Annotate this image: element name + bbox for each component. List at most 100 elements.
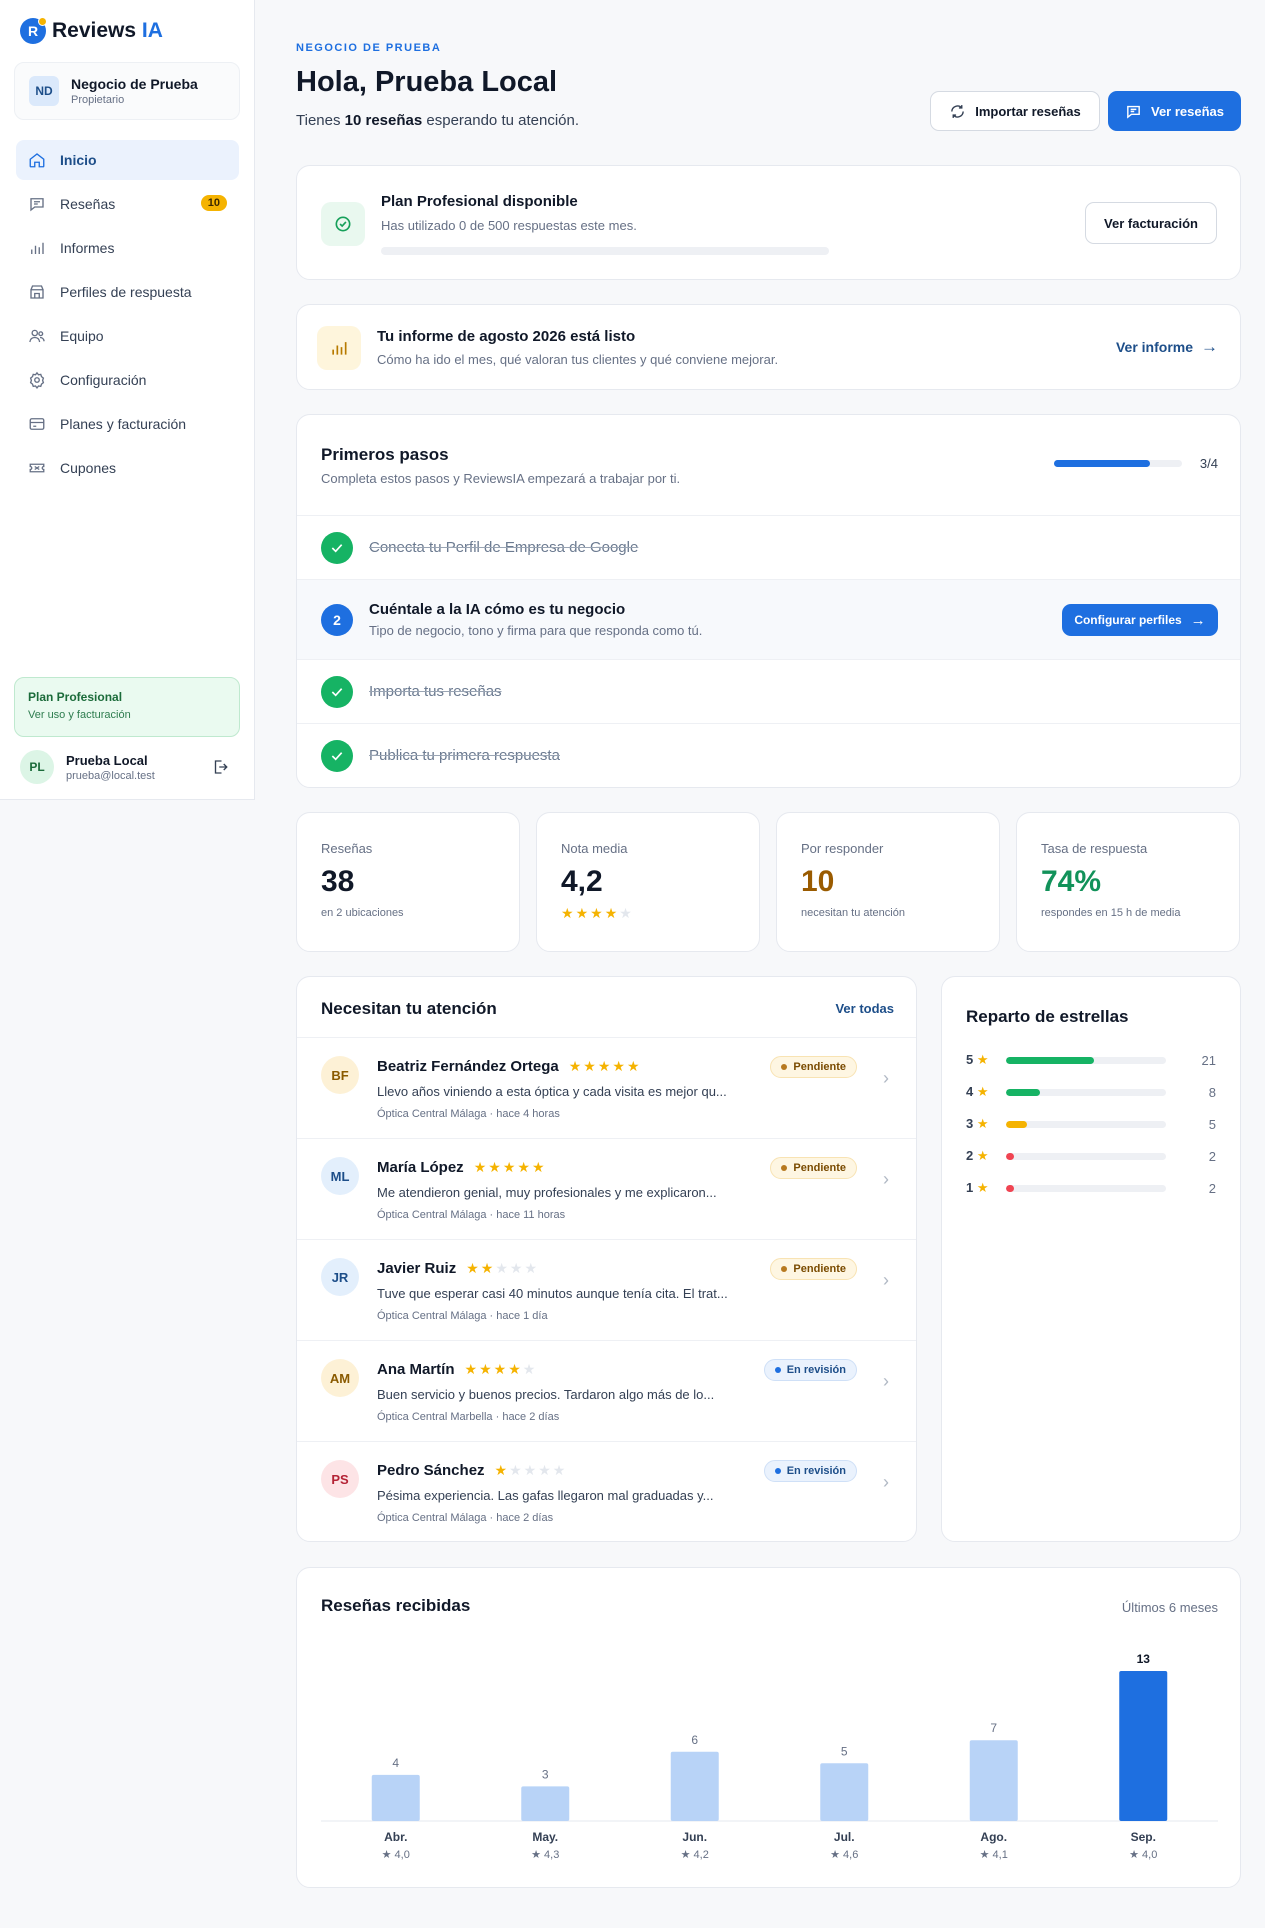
review-text: Pésima experiencia. Las gafas llegaron m… (377, 1488, 714, 1503)
distribution-label: 5 ★ (966, 1052, 989, 1067)
star-icon: ★ (464, 1361, 478, 1377)
sidebar-plan-box[interactable]: Plan Profesional Ver uso y facturación (14, 677, 240, 737)
stat-value: 4,2 (561, 865, 603, 898)
step-label: Conecta tu Perfil de Empresa de Google (369, 539, 639, 556)
step-row[interactable]: Conecta tu Perfil de Empresa de Google (297, 515, 1240, 579)
review-author-name: Pedro Sánchez (377, 1462, 485, 1479)
chart-bar[interactable] (969, 1740, 1018, 1821)
review-row[interactable]: BF Beatriz Fernández Ortega ★ ★ ★ ★ ★ Llevo año… (297, 1037, 916, 1137)
pending-count: 10 reseñas (344, 112, 423, 129)
chevron-right-icon: › (883, 1169, 889, 1189)
distribution-count: 2 (1208, 1180, 1216, 1196)
sidebar-item-cupones[interactable]: Cupones (16, 448, 239, 488)
sidebar-item-perfiles[interactable]: Perfiles de respuesta (16, 272, 239, 312)
view-all-link[interactable]: Ver todas (835, 1001, 894, 1016)
stat-card-pending: Por responder 10 necesitan tu atención (776, 812, 1000, 952)
import-reviews-button[interactable]: Importar reseñas (930, 91, 1100, 131)
avatar: JR (321, 1258, 359, 1296)
star-icon: ★ (517, 1159, 530, 1175)
distribution-label: 1 ★ (966, 1180, 989, 1195)
star-icon: ★ (488, 1159, 501, 1175)
distribution-row: 3 ★ 5 (966, 1115, 1216, 1133)
status-label: En revisión (786, 1364, 846, 1376)
stat-card-rating: Nota media 4,2 ★ ★ ★ ★ ★ (536, 812, 760, 952)
review-row[interactable]: ML María López ★ ★ ★ ★ ★ Me atendieron genial, … (297, 1138, 916, 1238)
card-icon (29, 418, 45, 430)
chart-bar[interactable] (371, 1774, 420, 1821)
chart-bar[interactable] (1119, 1671, 1168, 1821)
step-label: Publica tu primera respuesta (369, 747, 560, 764)
review-author: María López ★ ★ ★ ★ ★ (377, 1159, 545, 1176)
chart-bar[interactable] (820, 1763, 869, 1821)
review-stars: ★ ★ ★ ★ ★ (465, 1361, 536, 1378)
avatar: BF (321, 1056, 359, 1094)
sidebar-item-resenas[interactable]: Reseñas 10 (16, 184, 239, 224)
billing-button[interactable]: Ver facturación (1085, 202, 1217, 244)
review-author-name: Javier Ruiz (377, 1260, 457, 1277)
step-row[interactable]: Importa tus reseñas (297, 659, 1240, 723)
configure-profiles-button[interactable]: Configurar perfiles → (1062, 604, 1218, 636)
review-row[interactable]: JR Javier Ruiz ★ ★ ★ ★ ★ Tuve que esperar casi … (297, 1239, 916, 1339)
stat-label: Reseñas (321, 841, 373, 856)
check-icon (321, 675, 353, 708)
sidebar-item-equipo[interactable]: Equipo (16, 316, 239, 356)
ticket-icon (29, 463, 45, 473)
attention-card: Necesitan tu atención Ver todas BF Beatri… (296, 976, 917, 1542)
x-tick-label: Abr. (384, 1830, 407, 1844)
app-logo[interactable]: R Reviews IA (20, 17, 163, 44)
distribution-bar (1006, 1152, 1166, 1160)
chevron-right-icon: › (883, 1068, 889, 1088)
bar-chart-icon (317, 326, 361, 370)
bar-chart-icon (31, 242, 44, 254)
star-icon: ★ (976, 1116, 989, 1131)
stat-label: Tasa de respuesta (1041, 841, 1148, 856)
star-icon: ★ (976, 1148, 989, 1163)
user-profile: PL Prueba Local prueba@local.test (20, 748, 235, 786)
sidebar-plan-title: Plan Profesional (28, 690, 123, 704)
business-switcher[interactable]: ND Negocio de Prueba Propietario (14, 62, 240, 120)
distribution-count: 5 (1208, 1116, 1216, 1132)
user-email: prueba@local.test (66, 769, 155, 782)
distribution-bar (1006, 1120, 1166, 1128)
sidebar-item-configuracion[interactable]: Configuración (16, 360, 239, 400)
view-reviews-button[interactable]: Ver reseñas (1108, 91, 1241, 131)
distribution-row: 2 ★ 2 (966, 1147, 1216, 1165)
step-row[interactable]: Publica tu primera respuesta (297, 723, 1240, 787)
star-icon: ★ (523, 1462, 537, 1478)
stat-foot: en 2 ubicaciones (321, 907, 404, 919)
sidebar-item-inicio[interactable]: Inicio (16, 140, 239, 180)
arrow-right-icon: → (1190, 611, 1206, 629)
review-text: Buen servicio y buenos precios. Tardaron… (377, 1387, 715, 1402)
stat-card-response-rate: Tasa de respuesta 74% respondes en 15 h … (1016, 812, 1240, 952)
review-author: Ana Martín ★ ★ ★ ★ ★ (377, 1361, 535, 1378)
review-stars: ★ ★ ★ ★ ★ (474, 1159, 545, 1176)
stat-label: Por responder (801, 841, 884, 856)
stat-value: 10 (801, 865, 835, 898)
month-rating-label: ★ 4,2 (681, 1849, 709, 1861)
chevron-right-icon: › (883, 1371, 889, 1391)
business-name: Negocio de Prueba (71, 76, 198, 92)
sidebar-item-informes[interactable]: Informes (16, 228, 239, 268)
star-icon: ★ (508, 1361, 521, 1377)
chart-bar[interactable] (521, 1786, 570, 1821)
distribution-bar (1006, 1056, 1166, 1064)
step-label: Importa tus reseñas (369, 683, 502, 700)
review-meta: Óptica Central Málaga · hace 4 horas (377, 1108, 560, 1120)
x-tick-label: Jul. (834, 1830, 855, 1844)
sidebar-item-planes[interactable]: Planes y facturación (16, 404, 239, 444)
logout-icon[interactable] (211, 758, 229, 776)
step-row-current[interactable]: 2 Cuéntale a la IA cómo es tu negocio Ti… (297, 579, 1240, 659)
review-stars: ★ ★ ★ ★ ★ (495, 1462, 566, 1479)
sidebar-item-label: Planes y facturación (60, 416, 187, 432)
onboarding-card: Primeros pasos Completa estos pasos y Re… (296, 414, 1241, 788)
review-row[interactable]: PS Pedro Sánchez ★ ★ ★ ★ ★ Pésima experiencia. … (297, 1441, 916, 1541)
avatar: AM (321, 1359, 359, 1397)
sidebar-item-label: Equipo (60, 328, 104, 344)
rating-stars: ★ ★ ★ ★ ★ (561, 905, 632, 921)
review-row[interactable]: AM Ana Martín ★ ★ ★ ★ ★ Buen servicio y buenos … (297, 1340, 916, 1440)
chart-bar[interactable] (670, 1751, 719, 1821)
business-role: Propietario (71, 94, 125, 106)
star-icon: ★ (568, 1058, 582, 1074)
step-label: Cuéntale a la IA cómo es tu negocio (369, 601, 626, 618)
view-report-link[interactable]: Ver informe → (1116, 337, 1218, 357)
